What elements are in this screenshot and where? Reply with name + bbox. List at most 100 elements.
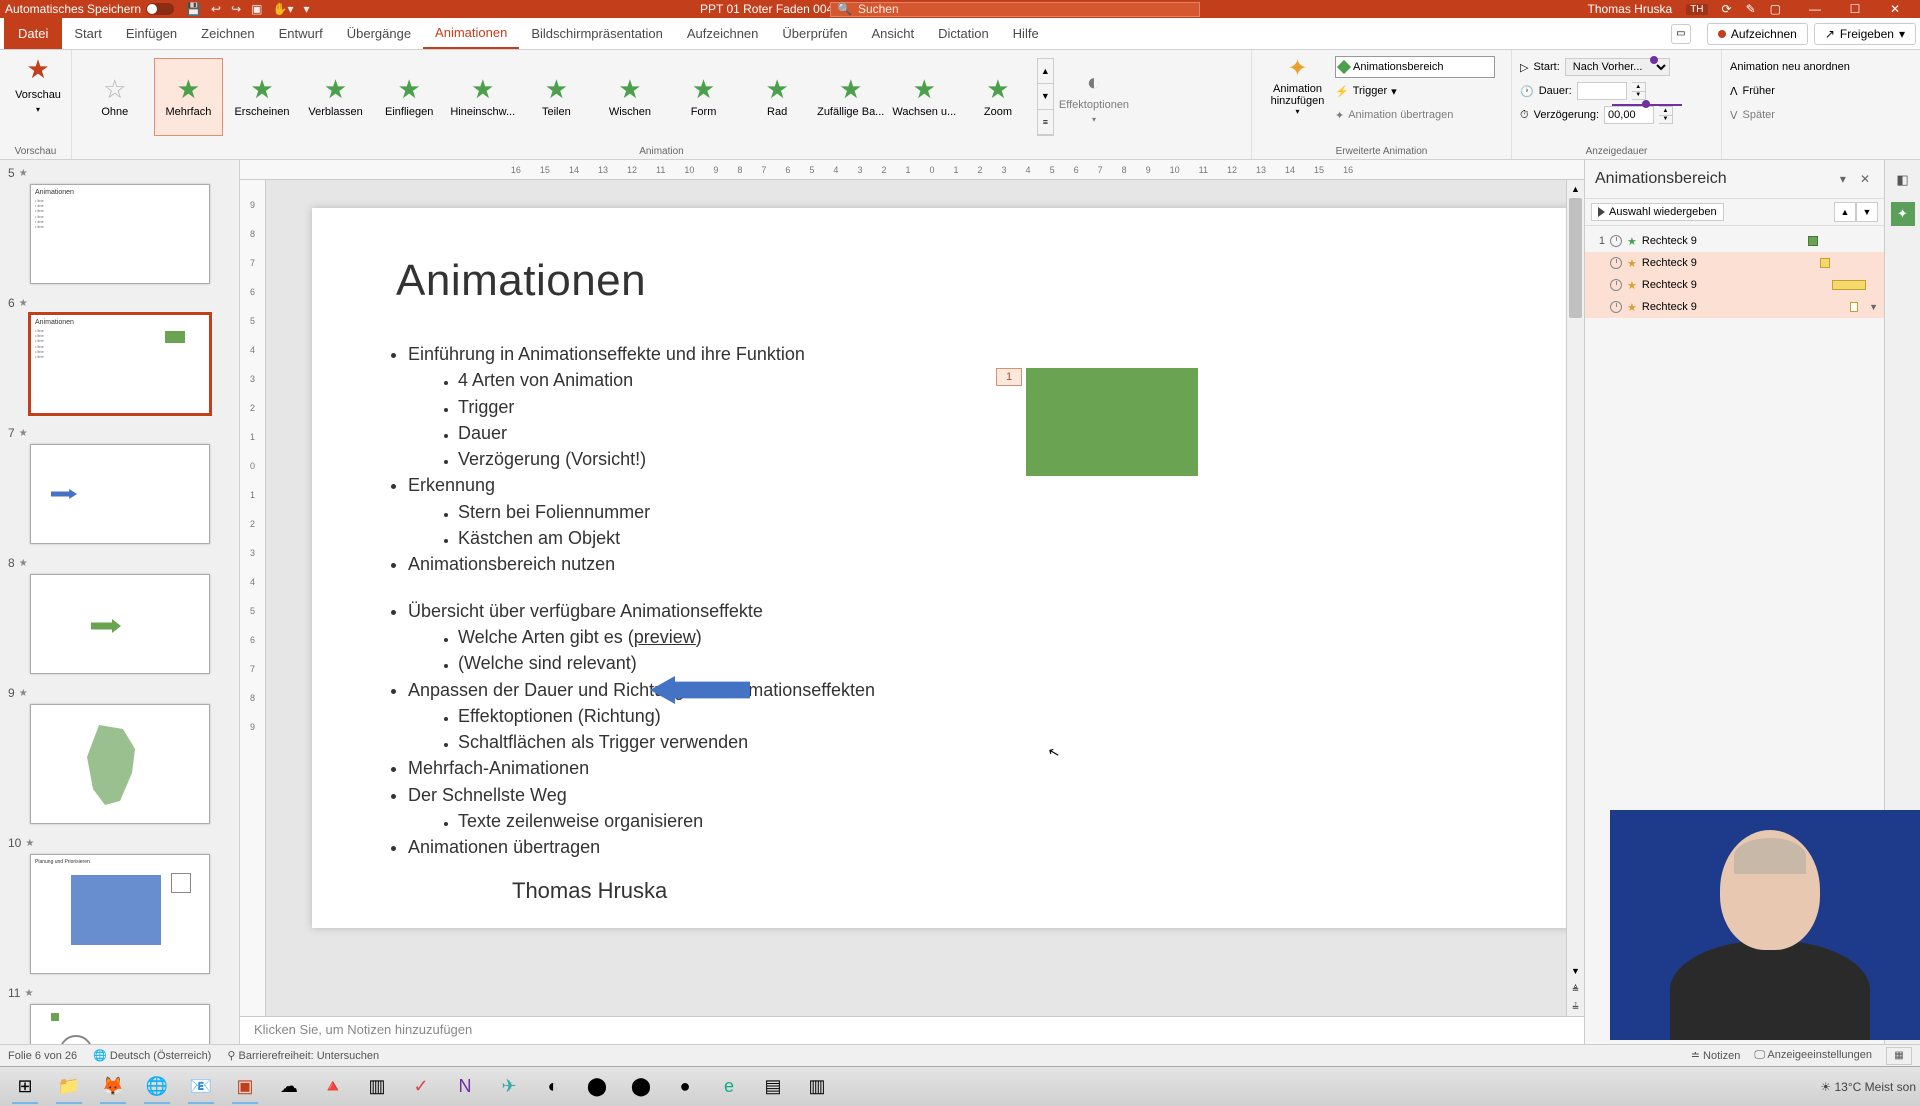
tab-einfügen[interactable]: Einfügen [114,18,189,49]
present-icon[interactable]: ▣ [251,2,262,16]
app-icon-3[interactable]: ◐ [532,1070,574,1104]
slide-thumbnail-5[interactable]: Animationen• line• line• line• line• lin… [30,184,210,284]
tab-überprüfen[interactable]: Überprüfen [770,18,859,49]
animation-erscheinen[interactable]: ★Erscheinen [227,58,297,136]
gallery-scroller[interactable]: ▲▼≡ [1037,58,1054,136]
search-input[interactable] [858,2,1193,16]
preview-link[interactable]: preview [634,627,696,647]
scroll-track[interactable] [1567,198,1584,962]
maximize-button[interactable]: ☐ [1835,2,1875,16]
save-icon[interactable]: 💾 [186,2,201,16]
minimize-button[interactable]: — [1795,2,1835,16]
panel-animation-button[interactable]: ✦ [1891,202,1915,226]
bullet-item[interactable]: Verzögerung (Vorsicht!) [458,447,1566,471]
animation-hineinschw[interactable]: ★Hineinschw... [448,58,518,136]
timeline-cell[interactable] [1808,235,1878,247]
animation-einfliegen[interactable]: ★Einfliegen [374,58,444,136]
slide[interactable]: Animationen Einführung in Animationseffe… [312,208,1566,928]
slide-counter[interactable]: Folie 6 von 26 [8,1050,77,1062]
pen-icon[interactable]: ✎ [1746,2,1756,16]
trigger-button[interactable]: ⚡Trigger ▾ [1335,80,1495,102]
entry-menu-icon[interactable]: ▼ [1869,302,1878,312]
slide-body[interactable]: Einführung in Animationseffekte und ihre… [378,342,1566,860]
bullet-item[interactable]: Welche Arten gibt es (preview) [458,625,1566,649]
animation-wachsenu[interactable]: ★Wachsen u... [890,58,960,136]
edge-icon[interactable]: e [708,1070,750,1104]
add-animation-button[interactable]: ✦ Animation hinzufügen▾ [1260,54,1335,155]
bullet-item[interactable]: Animationsbereich nutzen [408,552,1566,576]
redo-icon[interactable]: ↪ [231,2,241,16]
file-explorer-icon[interactable]: 📁 [48,1070,90,1104]
bullet-item[interactable]: Einführung in Animationseffekte und ihre… [408,342,1566,471]
gallery-down[interactable]: ▼ [1038,84,1053,109]
collapse-ribbon-icon[interactable]: ▭ [1671,24,1691,44]
user-avatar[interactable]: TH [1686,4,1707,15]
app-icon-6[interactable]: ▤ [752,1070,794,1104]
close-button[interactable]: ✕ [1875,2,1915,16]
slide-thumbnails-panel[interactable]: 5 ★Animationen• line• line• line• line• … [0,160,240,1044]
timeline-cell[interactable] [1790,301,1860,313]
animation-rad[interactable]: ★Rad [742,58,812,136]
scroll-handle[interactable] [1569,198,1582,318]
bullet-item[interactable]: Trigger [458,395,1566,419]
user-name[interactable]: Thomas Hruska [1587,2,1672,16]
slide-thumbnail-11[interactable]: ♡ [30,1004,210,1044]
move-earlier-button[interactable]: ᐱFrüher [1730,80,1850,102]
animation-tag[interactable]: 1 [996,368,1022,386]
timeline-cell[interactable] [1808,257,1878,269]
animation-form[interactable]: ★Form [669,58,739,136]
animation-pane-toggle[interactable]: Animationsbereich [1335,56,1495,78]
scroll-up-button[interactable]: ▲ [1567,180,1584,198]
green-rectangle-shape[interactable] [1026,368,1198,476]
slide-canvas[interactable]: Animationen Einführung in Animationseffe… [266,180,1566,1016]
animation-entry[interactable]: ★Rechteck 9 [1585,252,1884,274]
pane-close-icon[interactable]: ✕ [1856,170,1874,188]
notes-pane[interactable]: Klicken Sie, um Notizen hinzuzufügen [240,1016,1584,1044]
app-icon-1[interactable]: ☁ [268,1070,310,1104]
toggle-switch[interactable] [146,3,174,15]
notes-toggle[interactable]: ≐ Notizen [1691,1049,1741,1062]
bullet-item[interactable]: Animationen übertragen [408,835,1566,859]
pane-move-down-button[interactable]: ▼ [1856,202,1878,222]
sync-icon[interactable]: ⟳ [1722,2,1732,16]
tab-zeichnen[interactable]: Zeichnen [189,18,266,49]
bullet-item[interactable]: Anpassen der Dauer und Richtung von Anim… [408,678,1566,755]
bullet-item[interactable]: Kästchen am Objekt [458,526,1566,550]
animation-zoom[interactable]: ★Zoom [963,58,1033,136]
scroll-down-button[interactable]: ▼ [1567,962,1584,980]
obs-icon[interactable]: ⬤ [576,1070,618,1104]
app-icon-4[interactable]: ⬤ [620,1070,662,1104]
display-settings-button[interactable]: 🖵 Anzeigeeinstellungen [1754,1049,1872,1062]
vlc-icon[interactable]: 🔺 [312,1070,354,1104]
animation-entry[interactable]: ★Rechteck 9▼ [1585,296,1884,318]
tab-übergänge[interactable]: Übergänge [335,18,423,49]
timeline-cell[interactable] [1808,279,1878,291]
slide-thumbnail-7[interactable] [30,444,210,544]
todoist-icon[interactable]: ✓ [400,1070,442,1104]
author-text[interactable]: Thomas Hruska [512,878,667,904]
bullet-item[interactable]: Dauer [458,421,1566,445]
tab-start[interactable]: Start [62,18,113,49]
gallery-more[interactable]: ≡ [1038,110,1053,135]
slide-thumbnail-6[interactable]: Animationen• line• line• line• line• lin… [30,314,210,414]
search-box[interactable]: 🔍 [830,2,1200,17]
touch-icon[interactable]: ✋▾ [273,2,294,16]
animation-entry[interactable]: ★Rechteck 9 [1585,274,1884,296]
delay-spinner[interactable]: ▲▼ [1659,106,1673,124]
bullet-item[interactable]: (Welche sind relevant) [458,651,1566,675]
animation-ohne[interactable]: ☆Ohne [80,58,150,136]
start-button[interactable]: ⊞ [4,1070,46,1104]
app-icon-2[interactable]: ▥ [356,1070,398,1104]
panel-1-button[interactable]: ◧ [1891,168,1915,192]
firefox-icon[interactable]: 🦊 [92,1070,134,1104]
duration-spinner[interactable]: ▲▼ [1632,82,1646,100]
outlook-icon[interactable]: 📧 [180,1070,222,1104]
gallery-up[interactable]: ▲ [1038,59,1053,84]
bullet-item[interactable]: ErkennungStern bei FoliennummerKästchen … [408,473,1566,550]
duration-input[interactable] [1577,82,1627,100]
slide-title[interactable]: Animationen [396,256,1566,306]
animation-entry[interactable]: 1★Rechteck 9 [1585,230,1884,252]
bullet-item[interactable]: Stern bei Foliennummer [458,500,1566,524]
app-icon-5[interactable]: ● [664,1070,706,1104]
tab-hilfe[interactable]: Hilfe [1001,18,1051,49]
